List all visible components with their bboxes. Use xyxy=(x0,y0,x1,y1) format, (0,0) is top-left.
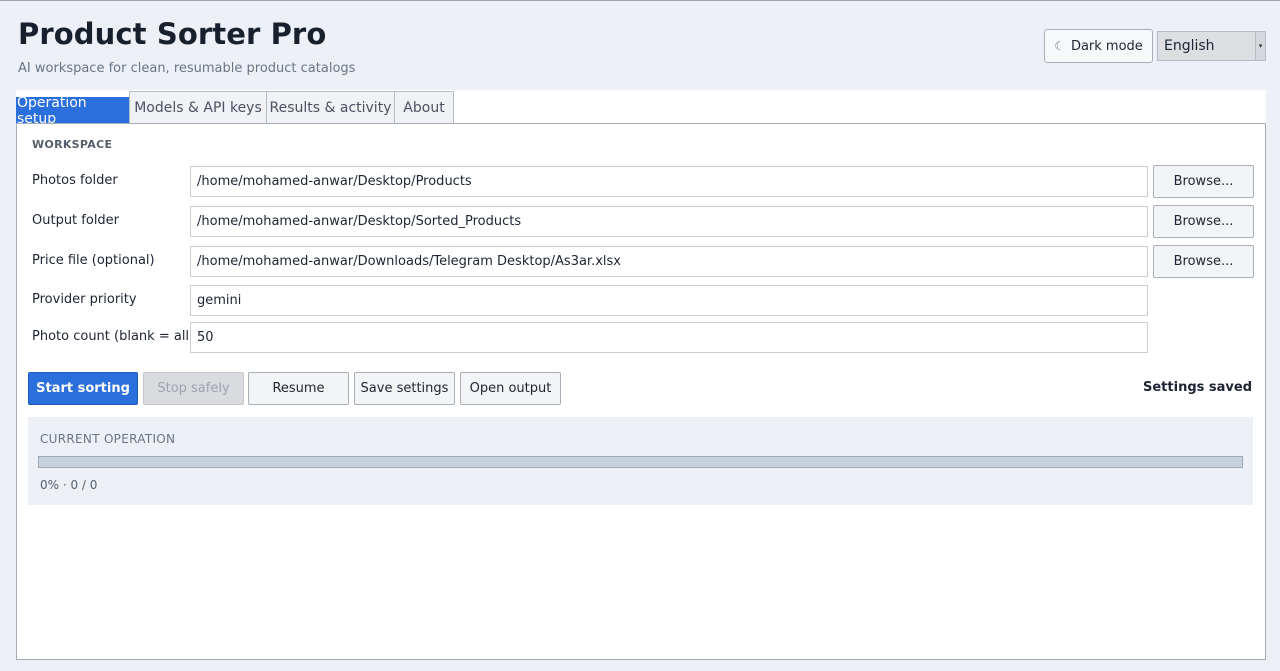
open-output-button[interactable]: Open output xyxy=(460,372,561,405)
output-folder-browse-button[interactable]: Browse... xyxy=(1153,205,1254,238)
progress-bar xyxy=(38,456,1243,468)
tab-models-api-keys[interactable]: Models & API keys xyxy=(129,91,267,124)
app-title: Product Sorter Pro xyxy=(18,17,327,51)
tab-operation-setup[interactable]: Operation setup xyxy=(16,95,130,127)
tab-about[interactable]: About xyxy=(394,91,454,124)
photos-folder-input[interactable]: /home/mohamed-anwar/Desktop/Products xyxy=(190,166,1148,197)
save-settings-button[interactable]: Save settings xyxy=(354,372,455,405)
language-select-value: English xyxy=(1164,38,1215,54)
app-subtitle: AI workspace for clean, resumable produc… xyxy=(18,61,356,76)
workspace-section-label: WORKSPACE xyxy=(32,138,113,151)
tab-label: Models & API keys xyxy=(134,100,262,116)
price-file-browse-button[interactable]: Browse... xyxy=(1153,245,1254,278)
dark-mode-button[interactable]: ☾ Dark mode xyxy=(1044,29,1153,63)
progress-text: 0% · 0 / 0 xyxy=(40,478,98,492)
photo-count-label: Photo count (blank = all) xyxy=(32,329,195,344)
photos-folder-label: Photos folder xyxy=(32,173,118,188)
output-folder-input[interactable]: /home/mohamed-anwar/Desktop/Sorted_Produ… xyxy=(190,206,1148,237)
provider-priority-input[interactable]: gemini xyxy=(190,285,1148,316)
dark-mode-label: Dark mode xyxy=(1070,38,1143,54)
tab-label: About xyxy=(403,100,445,116)
start-sorting-button[interactable]: Start sorting xyxy=(28,372,138,405)
tab-label: Results & activity xyxy=(269,100,392,116)
stop-safely-button[interactable]: Stop safely xyxy=(143,372,244,405)
tab-results-activity[interactable]: Results & activity xyxy=(266,91,395,124)
provider-priority-label: Provider priority xyxy=(32,292,137,307)
language-select[interactable]: English ▾ xyxy=(1157,31,1266,61)
resume-button[interactable]: Resume xyxy=(248,372,349,405)
photos-folder-browse-button[interactable]: Browse... xyxy=(1153,165,1254,198)
moon-icon: ☾ xyxy=(1054,39,1065,53)
status-message: Settings saved xyxy=(1143,380,1252,395)
current-operation-title: CURRENT OPERATION xyxy=(40,432,176,446)
price-file-input[interactable]: /home/mohamed-anwar/Downloads/Telegram D… xyxy=(190,246,1148,277)
output-folder-label: Output folder xyxy=(32,213,120,228)
dropdown-arrow-icon: ▾ xyxy=(1255,32,1265,60)
photo-count-input[interactable]: 50 xyxy=(190,322,1148,353)
price-file-label: Price file (optional) xyxy=(32,253,155,268)
